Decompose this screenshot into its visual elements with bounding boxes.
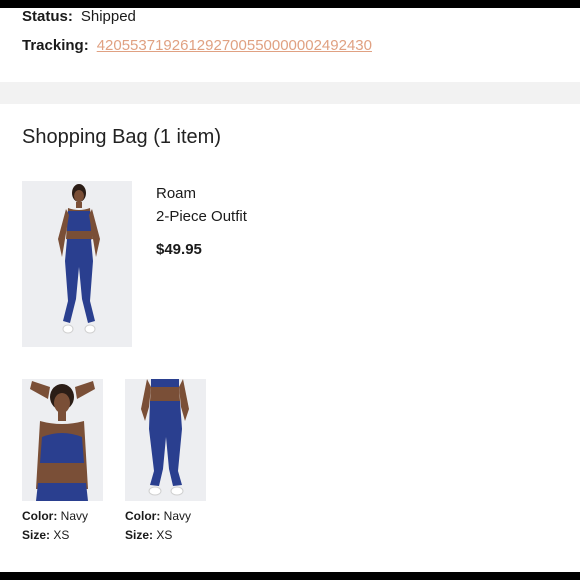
item-color-1: Color: Navy	[22, 509, 88, 523]
product-image[interactable]	[22, 181, 132, 347]
outfit-photo-icon	[22, 181, 132, 347]
tracking-row: Tracking: 4205537192612927005500000024924…	[22, 37, 372, 54]
item-color-value: Navy	[163, 509, 192, 523]
item-image-joggers[interactable]	[125, 379, 206, 501]
bottom-edge-bar	[0, 572, 580, 580]
status-value: Shipped	[80, 8, 136, 25]
item-color-label: Color:	[125, 509, 161, 523]
section-divider	[0, 82, 580, 104]
item-size-label: Size:	[125, 528, 154, 542]
item-color-2: Color: Navy	[125, 509, 191, 523]
item-size-value: XS	[53, 528, 70, 542]
item-color-value: Navy	[60, 509, 89, 523]
product-price: $49.95	[156, 241, 202, 258]
product-name[interactable]: 2-Piece Outfit	[156, 208, 247, 225]
item-image-top[interactable]	[22, 379, 103, 501]
joggers-photo-icon	[125, 379, 206, 501]
status-row: Status: Shipped	[22, 8, 136, 25]
item-size-value: XS	[156, 528, 173, 542]
shopping-bag-title: Shopping Bag (1 item)	[22, 126, 222, 148]
item-color-label: Color:	[22, 509, 58, 523]
item-size-label: Size:	[22, 528, 51, 542]
top-edge-bar	[0, 0, 580, 8]
product-brand[interactable]: Roam	[156, 185, 196, 202]
item-size-1: Size: XS	[22, 528, 69, 542]
status-label: Status:	[22, 8, 73, 25]
tracking-number-link[interactable]: 420553719261292700550000002492430	[97, 37, 372, 54]
sports-bra-photo-icon	[22, 379, 103, 501]
item-size-2: Size: XS	[125, 528, 172, 542]
tracking-label: Tracking:	[22, 37, 89, 54]
